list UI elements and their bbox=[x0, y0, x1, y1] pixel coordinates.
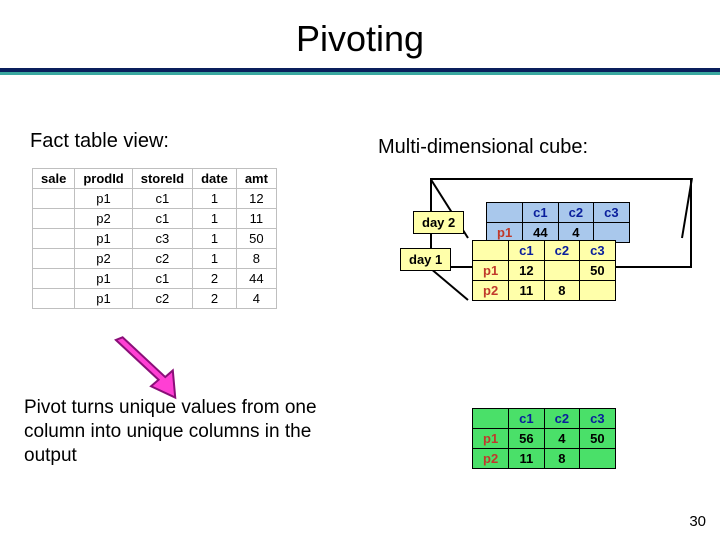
pivot-cell bbox=[580, 449, 615, 469]
fact-col-hdr: amt bbox=[236, 169, 276, 189]
fact-col-hdr: sale bbox=[33, 169, 75, 189]
pivot-cell: 8 bbox=[544, 281, 579, 301]
slide-title: Pivoting bbox=[0, 0, 720, 60]
pivot-col-hdr bbox=[473, 241, 509, 261]
pivot-col-hdr: c3 bbox=[580, 241, 615, 261]
pivot-col-hdr: c1 bbox=[509, 241, 544, 261]
fact-cell: 8 bbox=[236, 249, 276, 269]
fact-cell: 1 bbox=[193, 209, 237, 229]
pivot-cell: 11 bbox=[509, 281, 544, 301]
fact-cell: 1 bbox=[193, 189, 237, 209]
pivot-cell: 12 bbox=[509, 261, 544, 281]
pivot-table-day2: c1c2c3p1444 bbox=[486, 202, 630, 243]
fact-cell bbox=[33, 289, 75, 309]
pivot-col-hdr: c1 bbox=[523, 203, 558, 223]
fact-col-hdr: prodId bbox=[75, 169, 132, 189]
fact-cell: c1 bbox=[132, 189, 192, 209]
pivot-col-hdr: c1 bbox=[509, 409, 544, 429]
fact-cell: c3 bbox=[132, 229, 192, 249]
fact-cell: 4 bbox=[236, 289, 276, 309]
pivot-cell: 56 bbox=[509, 429, 544, 449]
pivot-table-day1: c1c2c3 p112 50 p2118 bbox=[472, 240, 616, 301]
fact-cell: 50 bbox=[236, 229, 276, 249]
fact-cell: p1 bbox=[75, 189, 132, 209]
fact-table-label: Fact table view: bbox=[30, 130, 169, 153]
fact-cell bbox=[33, 269, 75, 289]
title-divider bbox=[0, 68, 720, 75]
pivot-row-hdr: p2 bbox=[473, 449, 509, 469]
fact-cell bbox=[33, 249, 75, 269]
fact-cell: 2 bbox=[193, 289, 237, 309]
fact-col-hdr: storeId bbox=[132, 169, 192, 189]
fact-cell: p1 bbox=[75, 229, 132, 249]
pivot-arrow-icon bbox=[90, 320, 210, 400]
fact-cell: 1 bbox=[193, 229, 237, 249]
pivot-cell: 11 bbox=[509, 449, 544, 469]
pivot-cell: 50 bbox=[580, 429, 615, 449]
cube-label: Multi-dimensional cube: bbox=[378, 136, 588, 159]
fact-cell: p1 bbox=[75, 269, 132, 289]
fact-cell: 1 bbox=[193, 249, 237, 269]
pivot-row-hdr: p1 bbox=[473, 261, 509, 281]
pivot-col-hdr: c3 bbox=[594, 203, 629, 223]
fact-cell: c2 bbox=[132, 289, 192, 309]
fact-table: saleprodIdstoreIddateamt p1c1112p2c1111p… bbox=[32, 168, 277, 309]
page-number: 30 bbox=[689, 513, 706, 530]
day1-label: day 1 bbox=[400, 248, 451, 271]
fact-cell: c2 bbox=[132, 249, 192, 269]
description-text: Pivot turns unique values from one colum… bbox=[24, 396, 364, 467]
pivot-col-hdr: c2 bbox=[544, 409, 579, 429]
fact-cell: c1 bbox=[132, 269, 192, 289]
pivot-row-hdr: p2 bbox=[473, 281, 509, 301]
pivot-cell: 50 bbox=[580, 261, 615, 281]
pivot-col-hdr: c3 bbox=[580, 409, 615, 429]
pivot-col-hdr: c2 bbox=[544, 241, 579, 261]
pivot-col-hdr: c2 bbox=[558, 203, 593, 223]
fact-cell bbox=[33, 229, 75, 249]
fact-cell: p2 bbox=[75, 249, 132, 269]
pivot-col-hdr bbox=[487, 203, 523, 223]
pivot-row-hdr: p1 bbox=[473, 429, 509, 449]
fact-cell bbox=[33, 209, 75, 229]
pivot-cell bbox=[544, 261, 579, 281]
fact-cell: p1 bbox=[75, 289, 132, 309]
fact-cell: 44 bbox=[236, 269, 276, 289]
pivot-cell: 4 bbox=[544, 429, 579, 449]
fact-cell bbox=[33, 189, 75, 209]
fact-cell: 2 bbox=[193, 269, 237, 289]
pivot-table-sum: c1c2c3 p156450 p2118 bbox=[472, 408, 616, 469]
fact-cell: p2 bbox=[75, 209, 132, 229]
day2-label: day 2 bbox=[413, 211, 464, 234]
fact-cell: 12 bbox=[236, 189, 276, 209]
fact-cell: c1 bbox=[132, 209, 192, 229]
fact-col-hdr: date bbox=[193, 169, 237, 189]
pivot-cell: 8 bbox=[544, 449, 579, 469]
pivot-col-hdr bbox=[473, 409, 509, 429]
fact-cell: 11 bbox=[236, 209, 276, 229]
pivot-cell bbox=[580, 281, 615, 301]
